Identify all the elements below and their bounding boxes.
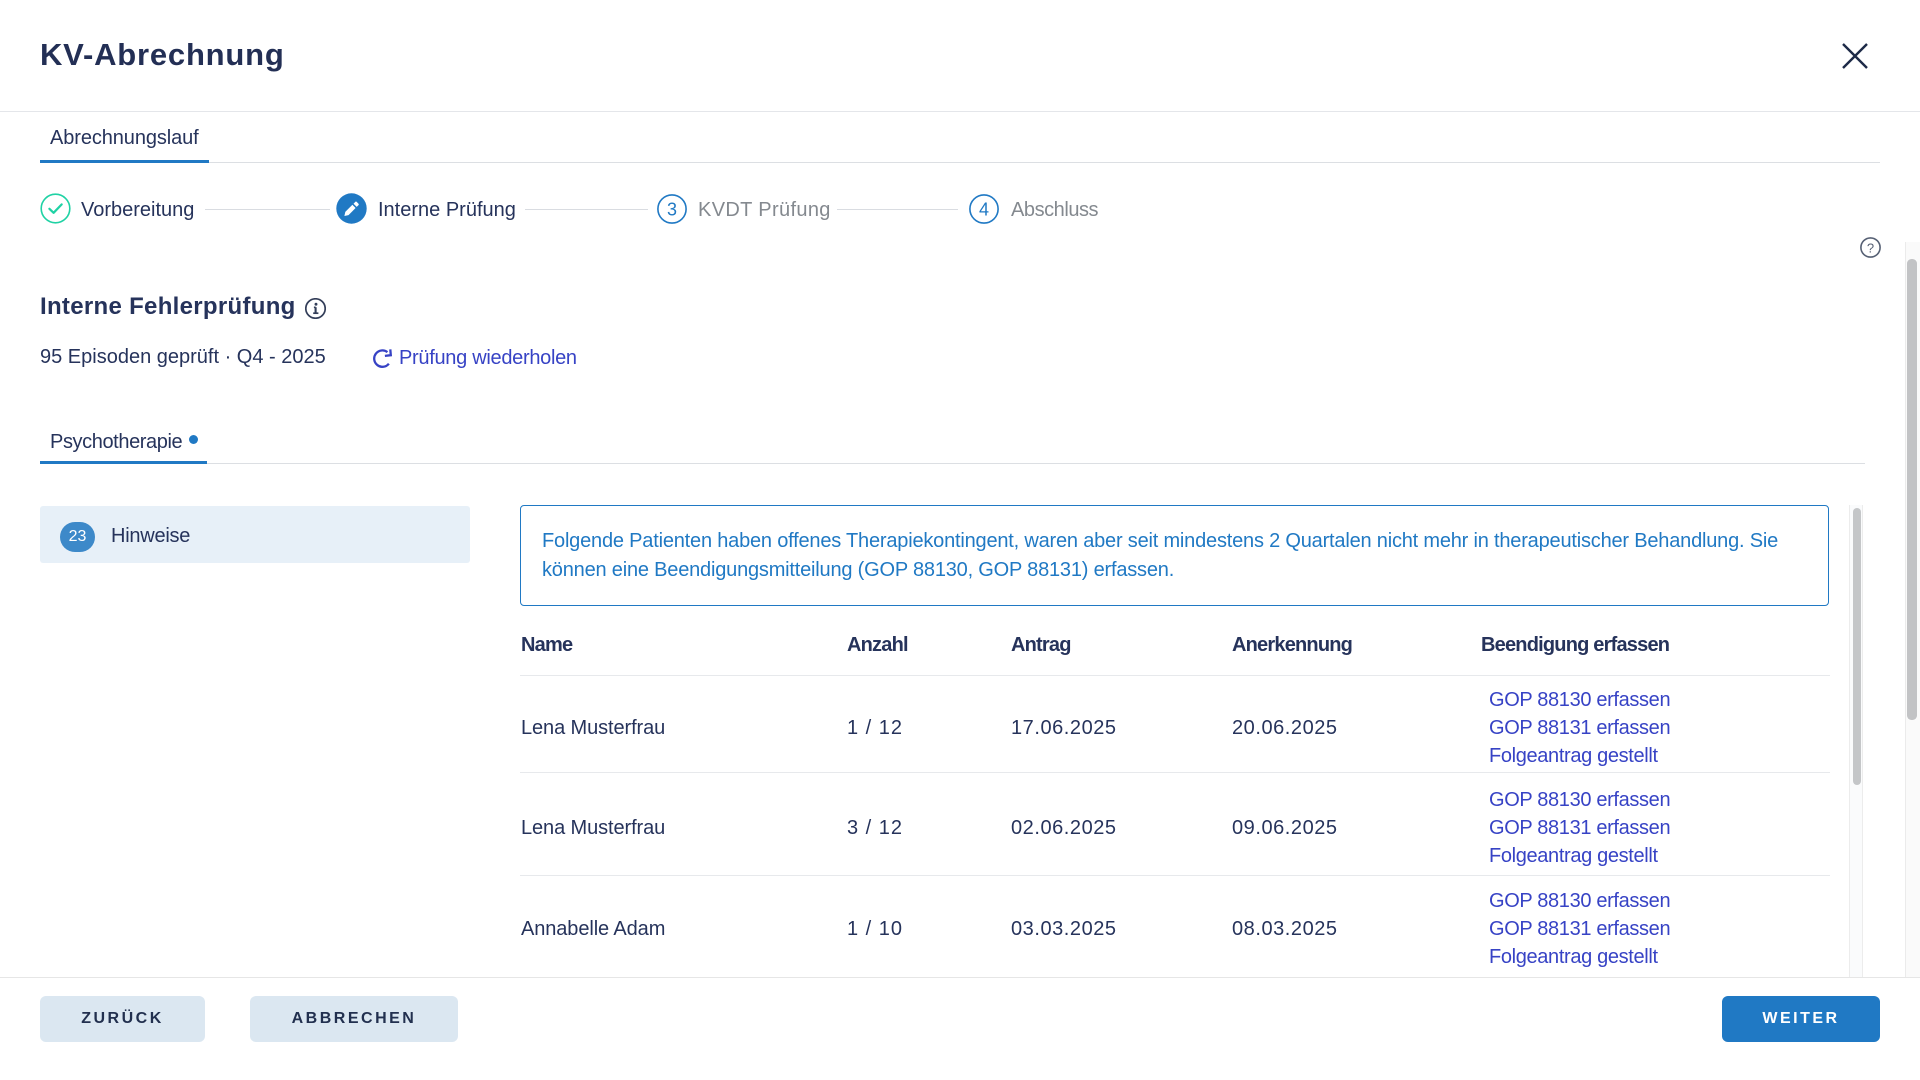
svg-text:?: ? bbox=[1867, 240, 1874, 255]
svg-text:3: 3 bbox=[667, 200, 677, 220]
svg-text:4: 4 bbox=[979, 200, 989, 220]
